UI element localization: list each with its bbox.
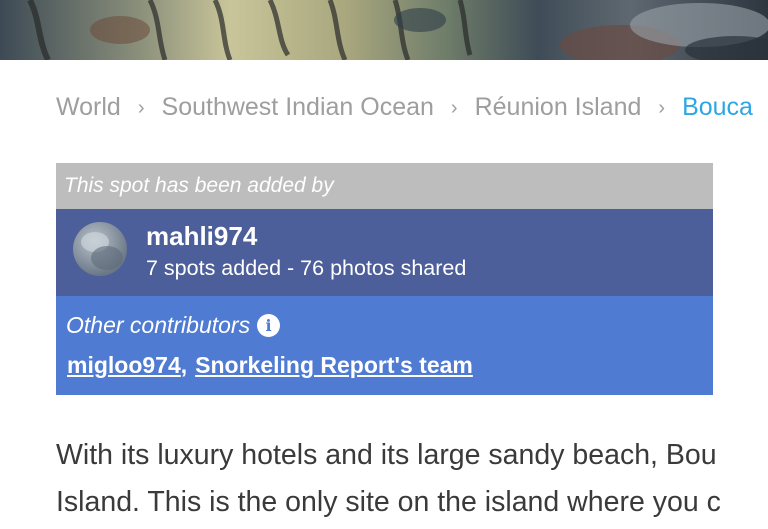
fish-photo-image xyxy=(27,0,768,60)
breadcrumb-item-reunion-island[interactable]: Réunion Island xyxy=(475,93,642,122)
breadcrumb-item-southwest-indian-ocean[interactable]: Southwest Indian Ocean xyxy=(162,93,434,122)
avatar[interactable] xyxy=(73,222,127,276)
info-icon[interactable]: i xyxy=(257,314,281,337)
description-line: Island. This is the only site on the isl… xyxy=(56,486,721,518)
contributor-link-migloo974[interactable]: migloo974 xyxy=(67,352,181,378)
avatar-image xyxy=(81,232,123,270)
description-line: With its luxury hotels and its large san… xyxy=(56,439,717,471)
contributor-link-snorkeling-report-team[interactable]: Snorkeling Report's team xyxy=(195,352,473,378)
chevron-right-icon: › xyxy=(450,96,458,119)
chevron-right-icon: › xyxy=(137,96,145,119)
hero-photo xyxy=(0,0,768,60)
contributors-box: This spot has been added by mahli974 7 s… xyxy=(56,163,713,395)
chevron-right-icon: › xyxy=(658,96,666,119)
other-contributors-label: Other contributors i xyxy=(66,312,281,339)
spot-description: With its luxury hotels and its large san… xyxy=(56,432,768,526)
author-card[interactable]: mahli974 7 spots added - 76 photos share… xyxy=(56,209,713,296)
separator-comma: , xyxy=(180,352,188,378)
added-by-label: This spot has been added by xyxy=(56,163,713,209)
author-stats: 7 spots added - 76 photos shared xyxy=(146,256,467,280)
breadcrumb-item-current[interactable]: Bouca xyxy=(682,93,753,122)
page: World › Southwest Indian Ocean › Réunion… xyxy=(0,0,768,529)
other-contributors-section: Other contributors i migloo974, Snorkelin… xyxy=(56,296,713,395)
other-contributors-text: Other contributors xyxy=(66,312,251,338)
author-name[interactable]: mahli974 xyxy=(146,221,257,252)
breadcrumb-item-world[interactable]: World xyxy=(56,93,121,122)
other-contributors-links: migloo974, Snorkeling Report's team xyxy=(67,352,473,379)
breadcrumb: World › Southwest Indian Ocean › Réunion… xyxy=(56,90,753,124)
